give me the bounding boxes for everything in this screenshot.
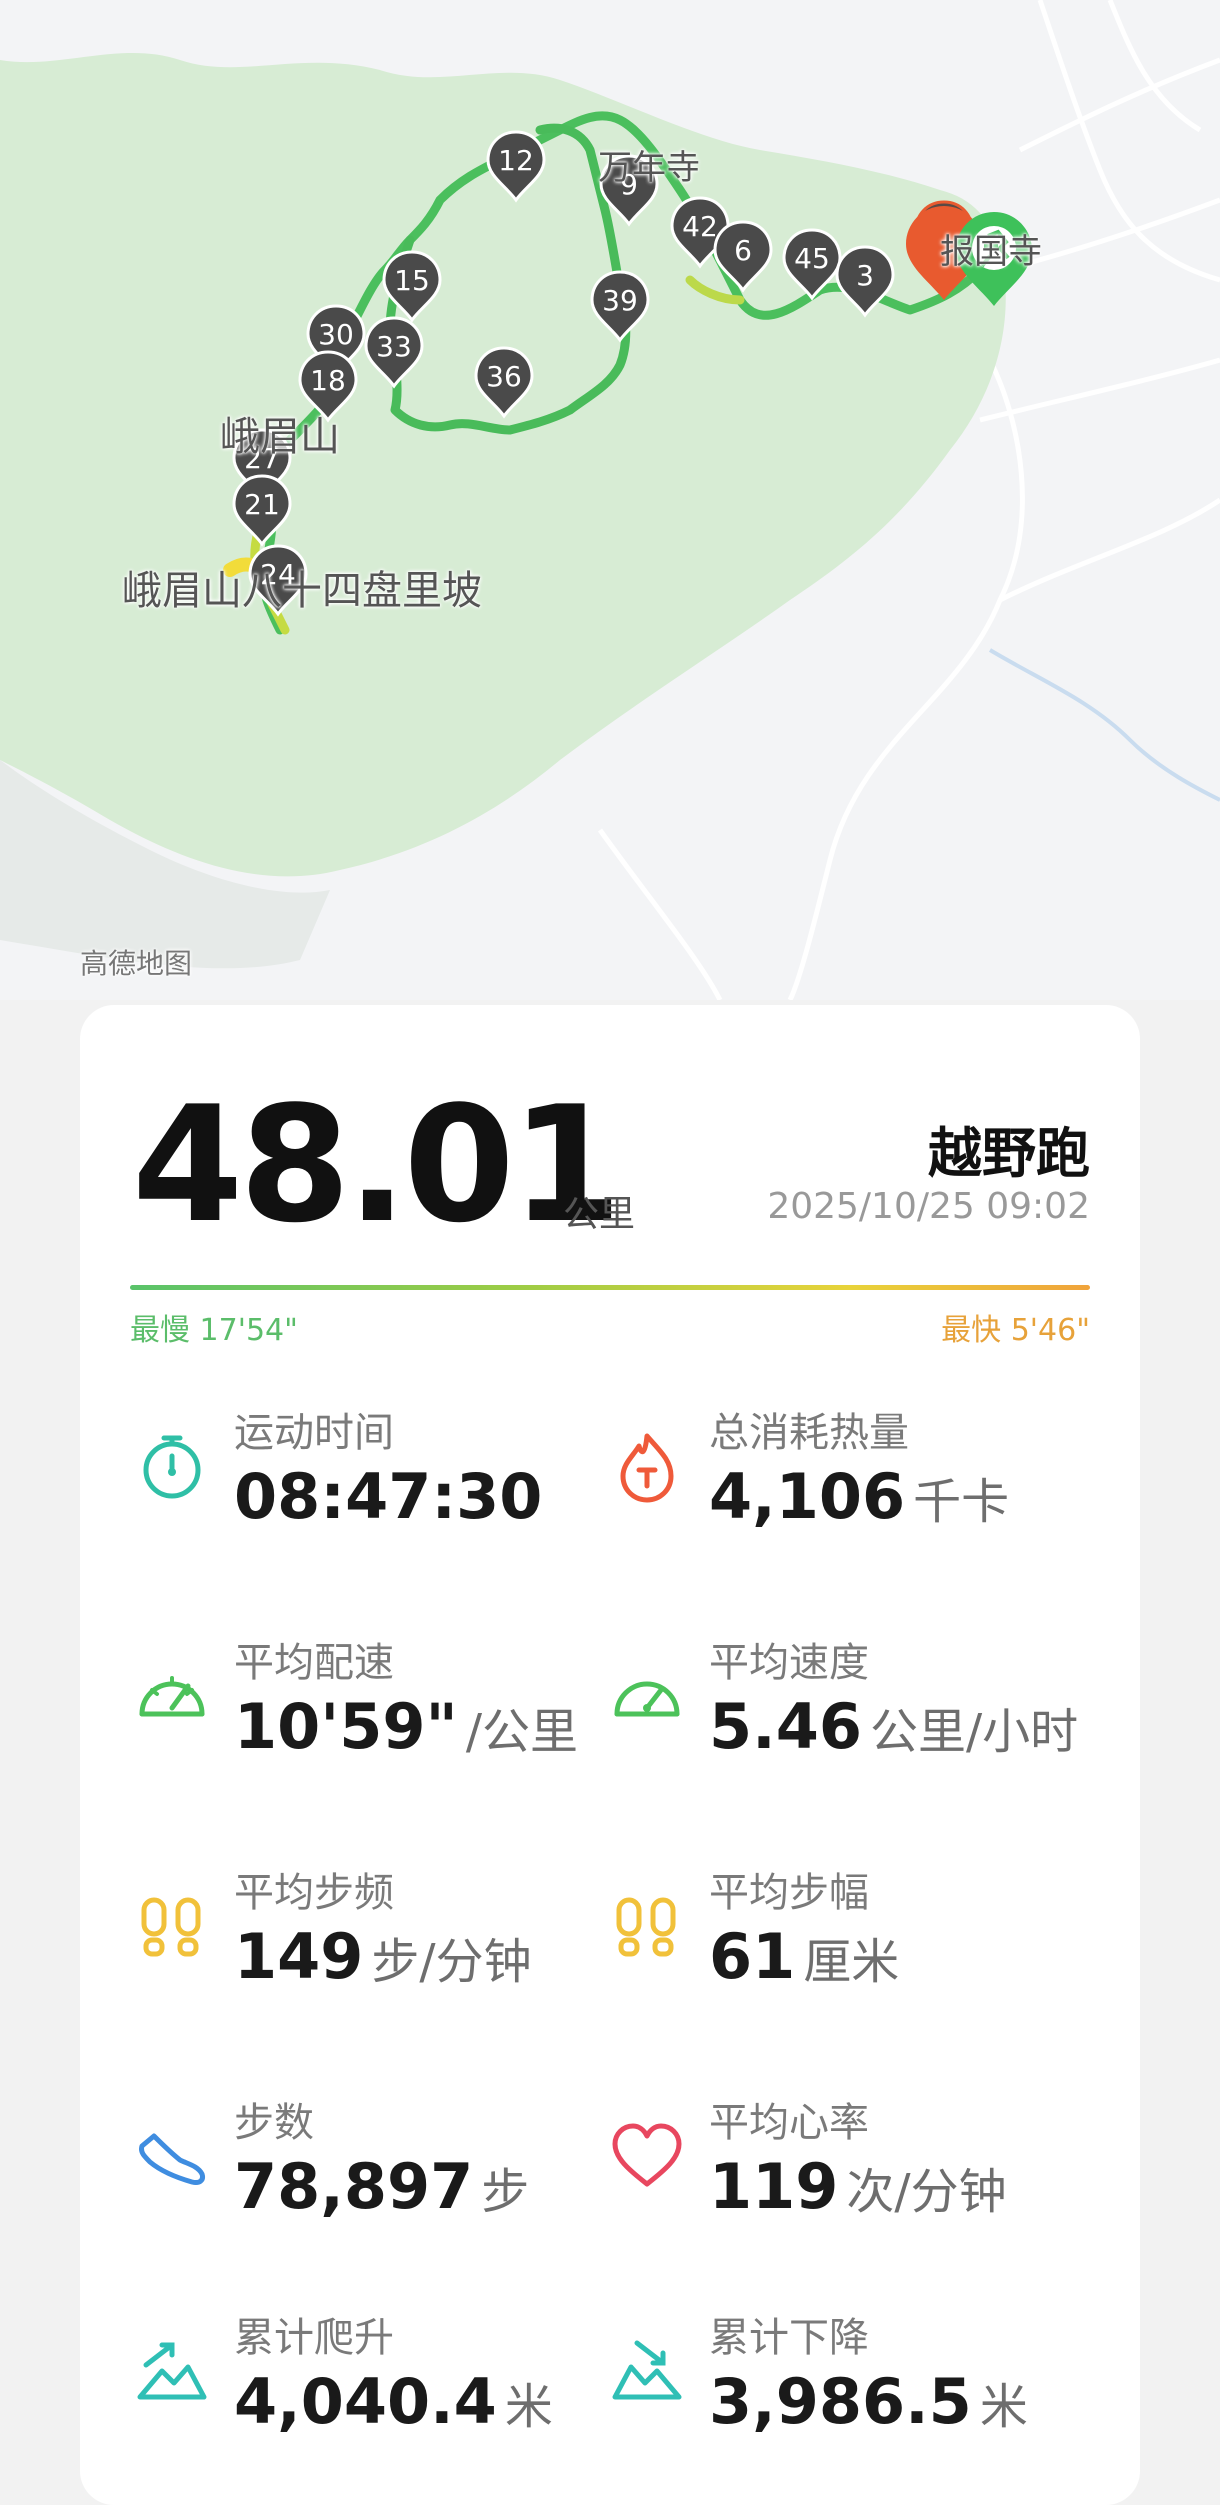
metric-total-descent: 累计下降 3,986.5 米 [607, 2305, 1087, 2505]
metric-value: 4,040.4 [234, 2365, 497, 2438]
metric-total-ascent: 累计爬升 4,040.4 米 [132, 2305, 612, 2505]
map-attribution: 高德地图 [80, 947, 193, 980]
metric-label: 平均步频 [234, 1870, 394, 1916]
km-marker-label: 18 [310, 364, 346, 397]
gauge-icon [614, 1681, 680, 1717]
map-label-temple-top: 万年寺 [598, 148, 700, 188]
km-marker-label: 42 [682, 210, 718, 243]
mountain-down-icon [612, 2340, 682, 2400]
metric-avg-speed: 平均速度 5.46 公里/小时 [607, 1630, 1087, 1830]
metric-value: 4,106 [709, 1460, 906, 1533]
metric-value: 08:47:30 [234, 1460, 543, 1533]
km-marker-label: 39 [602, 284, 638, 317]
heart-icon [612, 2123, 682, 2187]
metric-value: 149 [234, 1920, 364, 1993]
metric-label: 步数 [234, 2100, 314, 2146]
metric-value: 61 [709, 1920, 796, 1993]
flame-icon [620, 1433, 674, 1503]
metric-unit: 公里/小时 [869, 1704, 1079, 1760]
metric-value: 10'59" [234, 1690, 458, 1763]
km-marker-label: 12 [498, 144, 534, 177]
metric-unit: 米 [979, 2379, 1028, 2435]
distance-value: 48.01 [132, 1071, 622, 1258]
map-label-temple-right: 报国寺 [940, 232, 1042, 272]
km-marker-label: 6 [734, 234, 752, 267]
metric-calories: 总消耗热量 4,106 千卡 [607, 1400, 1087, 1600]
km-marker-label: 21 [244, 488, 280, 521]
slowest-pace: 最慢 17'54" [130, 1313, 298, 1348]
metric-label: 平均速度 [709, 1640, 869, 1686]
footprints-icon [616, 1897, 676, 1957]
metric-unit: 千卡 [913, 1474, 1010, 1530]
metric-unit: 步/分钟 [371, 1934, 532, 1990]
metric-value: 3,986.5 [709, 2365, 972, 2438]
footprints-icon [141, 1897, 201, 1957]
metric-value: 5.46 [709, 1690, 862, 1763]
stopwatch-icon [143, 1435, 201, 1499]
metric-unit: 厘米 [803, 1934, 900, 1990]
workout-summary-card: 48.01 公里 越野跑 2025/10/25 09:02 最慢 17'54" … [80, 1005, 1140, 2505]
workout-datetime: 2025/10/25 09:02 [767, 1186, 1090, 1227]
metric-steps: 步数 78,897 步 [132, 2090, 612, 2290]
metric-avg-stride: 平均步幅 61 厘米 [607, 1860, 1087, 2060]
pace-gradient-bar [130, 1285, 1090, 1290]
metric-label: 累计下降 [709, 2315, 869, 2361]
km-marker-label: 45 [794, 242, 830, 275]
metric-duration: 运动时间 08:47:30 [132, 1400, 612, 1600]
metric-unit: /公里 [465, 1704, 579, 1760]
mountain-up-icon [137, 2342, 207, 2400]
map-label-mountain: 峨眉山 [220, 414, 340, 460]
metric-unit: 步 [481, 2164, 530, 2220]
metric-avg-pace: 平均配速 10'59"/公里 [132, 1630, 612, 1830]
metric-label: 平均步幅 [709, 1870, 869, 1916]
metric-label: 总消耗热量 [709, 1410, 909, 1456]
km-marker-label: 30 [318, 318, 354, 351]
km-marker-label: 15 [394, 264, 430, 297]
km-marker-label: 3 [856, 259, 874, 292]
route-map[interactable]: 12942645348153930333618272124 万年寺 报国寺 峨眉… [0, 0, 1220, 1002]
metric-label: 累计爬升 [234, 2315, 394, 2361]
metric-unit: 次/分钟 [846, 2164, 1007, 2220]
metric-avg-heart-rate: 平均心率 119 次/分钟 [607, 2090, 1087, 2290]
metric-value: 78,897 [234, 2150, 474, 2223]
map-label-slope: 峨眉山八十四盘里坡 [122, 568, 482, 614]
metric-label: 运动时间 [234, 1410, 394, 1456]
shoe-icon [139, 2133, 205, 2185]
km-marker-label: 33 [376, 330, 412, 363]
metric-label: 平均心率 [709, 2100, 869, 2146]
metric-unit: 米 [504, 2379, 553, 2435]
fastest-pace: 最快 5'46" [941, 1313, 1090, 1348]
sport-type: 越野跑 [928, 1122, 1090, 1185]
km-marker-label: 36 [486, 360, 522, 393]
metric-label: 平均配速 [234, 1640, 394, 1686]
distance-unit: 公里 [563, 1194, 636, 1235]
metric-avg-cadence: 平均步频 149 步/分钟 [132, 1860, 612, 2060]
metric-value: 119 [709, 2150, 839, 2223]
speedometer-icon [139, 1676, 205, 1717]
